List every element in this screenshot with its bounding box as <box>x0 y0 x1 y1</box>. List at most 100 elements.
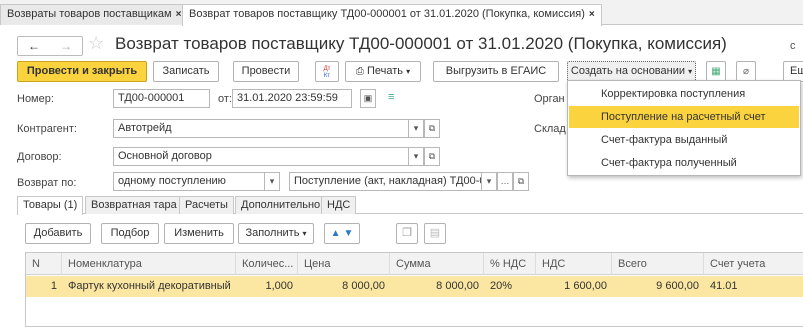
goods-table: N Номенклатура Количес... Цена Сумма % Н… <box>25 252 803 327</box>
attach-button[interactable]: ⌀ <box>736 61 756 82</box>
open-link-icon[interactable]: ⧉ <box>424 147 440 166</box>
column-header-account[interactable]: Счет учета <box>704 253 803 275</box>
chevron-down-icon[interactable]: ▾ <box>408 119 424 138</box>
tab-vat[interactable]: НДС <box>321 196 357 214</box>
counterparty-field[interactable]: Автотрейд <box>113 119 409 138</box>
cell-account: 41.01 <box>710 280 738 292</box>
close-icon[interactable]: × <box>176 9 182 20</box>
column-header-n[interactable]: N <box>26 253 62 275</box>
navigation-buttons: ← → <box>17 36 83 56</box>
menu-item-receipt-correction[interactable]: Корректировка поступления <box>569 83 799 105</box>
column-header-vat-rate[interactable]: % НДС <box>484 253 536 275</box>
move-buttons: ▲ ▼ <box>324 223 360 244</box>
tab-returnable-packaging[interactable]: Возвратная тара <box>85 196 183 214</box>
menu-item-invoice-received[interactable]: Счет-фактура полученный <box>569 152 799 174</box>
column-header-vat[interactable]: НДС <box>536 253 612 275</box>
cell-item: Фартук кухонный декоративный <box>68 280 231 292</box>
chevron-down-icon[interactable]: ▾ <box>481 172 497 191</box>
contract-field[interactable]: Основной договор <box>113 147 409 166</box>
number-field[interactable]: ТД00-000001 <box>113 89 210 108</box>
cell-vat: 1 600,00 <box>564 280 607 292</box>
open-link-icon[interactable]: ⧉ <box>424 119 440 138</box>
forward-arrow-icon[interactable]: → <box>50 38 82 54</box>
date-field[interactable]: 31.01.2020 23:59:59 <box>232 89 352 108</box>
table-row[interactable]: 1 Фартук кухонный декоративный 1,000 8 0… <box>26 276 803 297</box>
date-label: от: <box>218 93 232 105</box>
column-header-item[interactable]: Номенклатура <box>62 253 236 275</box>
print-button[interactable]: ⎙ Печать ▾ <box>345 61 421 82</box>
chevron-down-icon[interactable]: ▾ <box>408 147 424 166</box>
cell-vat-rate: 20% <box>490 280 513 292</box>
printer-icon: ⎙ <box>355 66 364 77</box>
counterparty-label: Контрагент: <box>17 123 77 135</box>
cell-price: 8 000,00 <box>342 280 385 292</box>
copy-row-button[interactable]: ❐ <box>396 223 418 244</box>
column-header-price[interactable]: Цена <box>298 253 390 275</box>
cell-quantity: 1,000 <box>265 280 293 292</box>
tab-settlements[interactable]: Расчеты <box>179 196 234 214</box>
title-overflow-text: с <box>790 40 796 52</box>
favorite-star-icon[interactable]: ☆ <box>88 33 104 54</box>
number-label: Номер: <box>17 93 54 105</box>
tab-return-document[interactable]: Возврат товаров поставщику ТД00-000001 о… <box>182 4 602 26</box>
chevron-down-icon[interactable]: ▾ <box>264 172 280 191</box>
cell-amount: 8 000,00 <box>436 280 479 292</box>
ellipsis-icon[interactable]: … <box>497 172 513 191</box>
create-based-label: Создать на основании <box>570 65 686 77</box>
tab-label: Возврат товаров поставщику ТД00-000001 о… <box>189 8 585 20</box>
arrow-down-icon[interactable]: ▼ <box>344 228 354 239</box>
dt-kt-button[interactable]: Дт Кт <box>315 61 339 82</box>
column-header-total[interactable]: Всего <box>612 253 704 275</box>
post-and-close-button[interactable]: Провести и закрыть <box>17 61 147 82</box>
status-icon[interactable]: ≡ <box>388 91 394 103</box>
pick-button[interactable]: Подбор <box>101 223 159 244</box>
export-egais-button[interactable]: Выгрузить в ЕГАИС <box>433 61 559 82</box>
more-button[interactable]: Еш <box>783 61 803 82</box>
chevron-down-icon: ▾ <box>302 229 307 238</box>
receipt-document-field[interactable]: Поступление (акт, накладная) ТД00-000 <box>289 172 482 191</box>
tab-label: Возвраты товаров поставщикам <box>7 8 172 20</box>
fill-label: Заполнить <box>245 227 300 239</box>
return-by-select[interactable]: одному поступлению <box>113 172 265 191</box>
open-link-icon[interactable]: ⧉ <box>513 172 529 191</box>
table-header: N Номенклатура Количес... Цена Сумма % Н… <box>26 253 803 275</box>
tab-goods[interactable]: Товары (1) <box>17 196 84 215</box>
page-title: Возврат товаров поставщику ТД00-000001 о… <box>115 34 727 53</box>
change-button[interactable]: Изменить <box>164 223 234 244</box>
save-button[interactable]: Записать <box>153 61 219 82</box>
return-by-label: Возврат по: <box>17 177 77 189</box>
calendar-icon[interactable]: ▣ <box>360 89 376 108</box>
column-header-quantity[interactable]: Количес... <box>236 253 298 275</box>
structure-icon: ▦ <box>711 66 721 77</box>
create-based-on-button[interactable]: Создать на основании ▾ <box>567 61 696 82</box>
table-icon: ▤ <box>429 227 441 239</box>
menu-item-bank-receipt[interactable]: Поступление на расчетный счет <box>569 106 799 128</box>
back-arrow-icon[interactable]: ← <box>18 38 50 54</box>
copy-icon: ❐ <box>402 227 412 239</box>
chevron-down-icon: ▾ <box>406 67 411 76</box>
window-tab-bar: Возвраты товаров поставщикам × Возврат то… <box>0 0 803 26</box>
create-based-on-menu: Корректировка поступления Поступление на… <box>567 80 801 176</box>
chevron-down-icon: ▾ <box>688 67 693 76</box>
structure-button[interactable]: ▦ <box>706 61 726 82</box>
document-section-tabs: Товары (1) Возвратная тара Расчеты Допол… <box>17 194 803 215</box>
delete-row-button[interactable]: ▤ <box>424 223 446 244</box>
dt-kt-icon: Дт Кт <box>324 66 331 79</box>
add-row-button[interactable]: Добавить <box>25 223 91 244</box>
organization-label: Орган <box>534 93 565 105</box>
close-icon[interactable]: × <box>589 9 595 20</box>
print-label: Печать <box>366 65 404 77</box>
fill-button[interactable]: Заполнить ▾ <box>238 223 314 244</box>
svg-text:Дт: Дт <box>324 66 331 72</box>
tab-additional[interactable]: Дополнительно <box>235 196 327 214</box>
menu-item-invoice-issued[interactable]: Счет-фактура выданный <box>569 129 799 151</box>
post-button[interactable]: Провести <box>233 61 299 82</box>
tab-returns-list[interactable]: Возвраты товаров поставщикам × <box>0 4 189 25</box>
cell-n: 1 <box>50 280 57 292</box>
cell-total: 9 600,00 <box>656 280 699 292</box>
warehouse-label: Склад <box>534 123 566 135</box>
svg-text:Кт: Кт <box>324 73 330 78</box>
paperclip-icon: ⌀ <box>742 66 750 77</box>
arrow-up-icon[interactable]: ▲ <box>331 228 341 239</box>
column-header-amount[interactable]: Сумма <box>390 253 484 275</box>
